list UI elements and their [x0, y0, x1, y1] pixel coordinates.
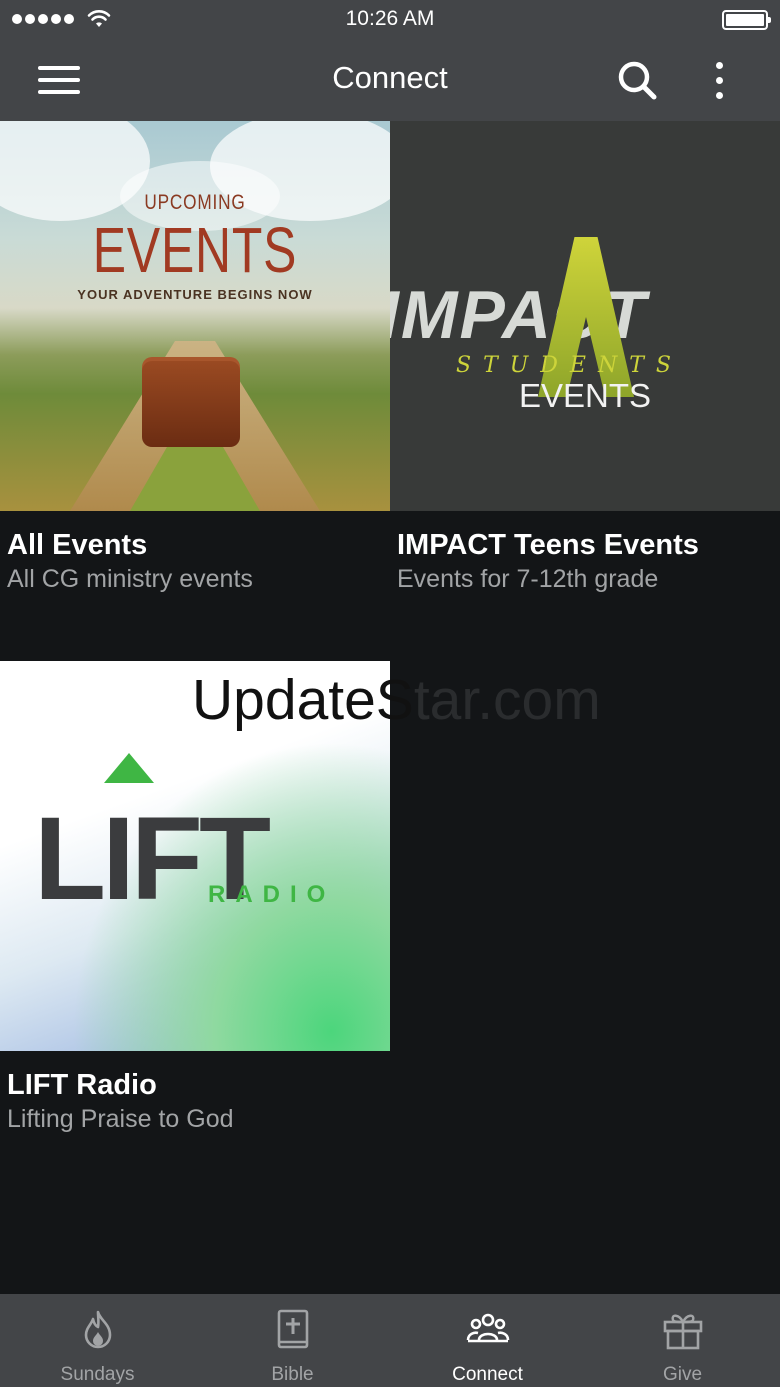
more-vertical-icon[interactable]	[700, 56, 740, 104]
tab-connect[interactable]: Connect	[390, 1294, 585, 1387]
image-text-upcoming: UPCOMING	[144, 191, 246, 214]
image-text-students: STUDENTS	[456, 353, 683, 378]
bible-icon	[277, 1309, 308, 1349]
tile-lift-radio[interactable]: LIFT RADIO LIFT Radio Lifting Praise to …	[0, 661, 390, 1151]
hamburger-menu-icon[interactable]	[32, 60, 88, 100]
watermark-dim: tar.com	[413, 668, 601, 732]
tab-label: Give	[662, 1364, 703, 1385]
tab-label: Bible	[271, 1364, 314, 1385]
tab-label: Sundays	[60, 1364, 135, 1385]
tile-subtitle: All CG ministry events	[7, 565, 253, 593]
people-icon	[466, 1313, 509, 1343]
search-icon[interactable]	[612, 56, 662, 104]
tab-give[interactable]: Give	[585, 1294, 780, 1387]
lift-radio-image: LIFT RADIO	[0, 661, 390, 1051]
battery-icon	[722, 10, 771, 30]
tile-title: All Events	[7, 529, 148, 561]
impact-events-image: IMPACT STUDENTS EVENTS	[390, 121, 780, 511]
tab-label: Connect	[452, 1364, 523, 1385]
tab-sundays[interactable]: Sundays	[0, 1294, 195, 1387]
tile-title: IMPACT Teens Events	[397, 529, 699, 561]
status-time: 10:26 AM	[345, 7, 435, 30]
gift-icon	[663, 1314, 702, 1350]
tab-bar: Sundays Bible Connect Give	[0, 1294, 780, 1387]
page-title: Connect	[332, 60, 448, 95]
tile-impact-teens-events[interactable]: IMPACT STUDENTS EVENTS IMPACT Teens Even…	[390, 121, 780, 631]
tile-all-events[interactable]: UPCOMING EVENTS YOUR ADVENTURE BEGINS NO…	[0, 121, 390, 631]
all-events-image: UPCOMING EVENTS YOUR ADVENTURE BEGINS NO…	[0, 121, 390, 511]
tile-subtitle: Lifting Praise to God	[7, 1105, 234, 1133]
flame-icon	[84, 1310, 111, 1349]
tile-title: LIFT Radio	[7, 1069, 157, 1101]
tile-subtitle: Events for 7-12th grade	[397, 565, 659, 593]
image-text-tagline: YOUR ADVENTURE BEGINS NOW	[77, 287, 313, 302]
navigation-bar: Connect	[0, 40, 780, 121]
image-text-events: EVENTS	[92, 214, 298, 286]
tab-bible[interactable]: Bible	[195, 1294, 390, 1387]
image-text-events: EVENTS	[518, 377, 652, 414]
status-bar: 10:26 AM	[0, 0, 780, 40]
image-text-radio: RADIO	[208, 881, 336, 908]
